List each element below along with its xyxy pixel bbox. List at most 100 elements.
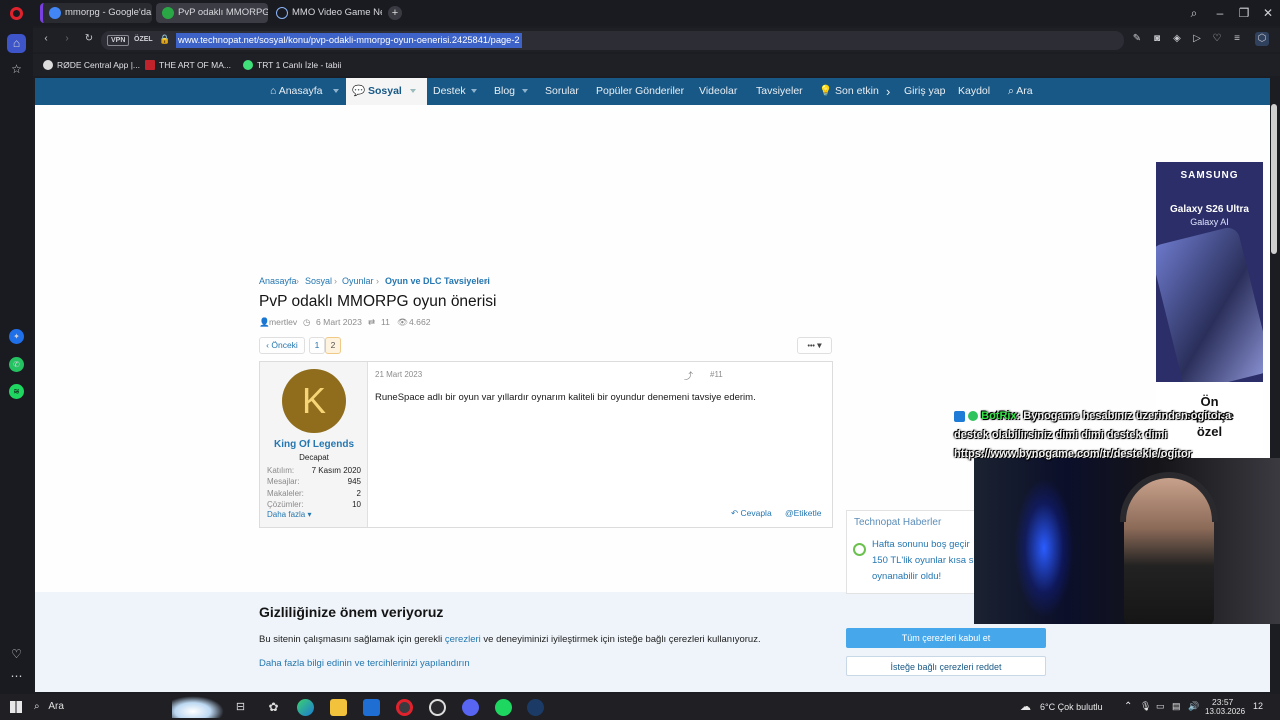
forward-icon[interactable]: › xyxy=(60,32,74,46)
search-link[interactable]: ⌕ Ara xyxy=(1008,78,1033,105)
cookie-link[interactable]: çerezleri xyxy=(445,634,481,645)
home-icon[interactable]: ⌂ xyxy=(7,34,26,53)
spotify-taskbar-icon[interactable] xyxy=(495,699,512,716)
post-number[interactable]: #11 xyxy=(710,370,723,379)
steam-icon[interactable] xyxy=(527,699,544,716)
reply-link[interactable]: ↶ Cevapla xyxy=(731,508,772,519)
avatar[interactable]: K xyxy=(282,369,346,433)
bookmark-heart-icon[interactable]: ♡ xyxy=(1210,32,1224,46)
widgets-icon[interactable]: ✿ xyxy=(265,699,282,716)
spotify-icon[interactable]: ≋ xyxy=(9,384,24,399)
more-icon[interactable]: ⋯ xyxy=(7,667,26,686)
bookmark-art-of-ma[interactable]: THE ART OF MA... xyxy=(145,58,231,72)
news-item-line1[interactable]: Hafta sonunu boş geçir xyxy=(872,539,970,550)
vpn-badge[interactable]: VPN xyxy=(107,35,130,46)
bookmark-trt1[interactable]: TRT 1 Canlı İzle - tabii xyxy=(243,58,341,72)
bookmark-rode[interactable]: RØDE Central App |... xyxy=(43,58,140,72)
login-link[interactable]: Giriş yap xyxy=(904,78,945,105)
nav-sosyal[interactable]: 💬 Sosyal xyxy=(346,78,427,105)
maximize-button[interactable]: ❐ xyxy=(1236,5,1252,21)
cookie-more-link[interactable]: Daha fazla bilgi edinin ve tercihleriniz… xyxy=(259,658,470,669)
tab-google-search[interactable]: mmorpg - Google'da Ara xyxy=(40,3,152,23)
tray-chevron-icon[interactable]: ⌃ xyxy=(1124,701,1132,712)
close-button[interactable]: ✕ xyxy=(1260,5,1276,21)
page-1-button[interactable]: 1 xyxy=(309,337,325,354)
nav-scroll-right-icon[interactable]: › xyxy=(886,78,890,105)
lock-icon[interactable]: 🔒 xyxy=(159,34,170,45)
breadcrumb-sosyal[interactable]: Sosyal xyxy=(305,276,332,286)
breadcrumb-home[interactable]: Anasayfa xyxy=(259,276,297,286)
chat-icon: 💬 xyxy=(352,85,368,97)
edge-icon[interactable] xyxy=(297,699,314,716)
outlook-icon[interactable] xyxy=(363,699,380,716)
new-tab-button[interactable]: + xyxy=(388,6,402,20)
breadcrumb-oyunlar[interactable]: Oyunlar xyxy=(342,276,374,286)
news-item-line2[interactable]: 150 TL'lik oyunlar kısa s xyxy=(872,555,973,566)
send-icon[interactable]: ▷ xyxy=(1190,32,1204,46)
task-view-icon[interactable]: ⊟ xyxy=(232,699,249,716)
chevron-down-icon[interactable] xyxy=(410,89,416,93)
windows-start-icon[interactable] xyxy=(10,701,22,713)
nav-populer[interactable]: Popüler Gönderiler xyxy=(596,78,684,105)
page-2-button[interactable]: 2 xyxy=(325,337,341,354)
whatsapp-icon[interactable]: ✆ xyxy=(9,357,24,372)
tab-technopat[interactable]: PvP odaklı MMORPG oyun xyxy=(156,3,268,23)
user-panel: K King Of Legends Decapat Katılım: 7 Kası… xyxy=(260,362,368,527)
star-icon[interactable]: ☆ xyxy=(7,60,26,79)
news-item-line3[interactable]: oynanabilir oldu! xyxy=(872,571,941,582)
nav-tavsiyeler[interactable]: Tavsiyeler xyxy=(756,78,803,105)
minimize-button[interactable]: – xyxy=(1212,5,1228,21)
url-field[interactable]: VPN ÖZEL 🔒 www.technopat.net/sosyal/konu… xyxy=(101,31,1124,50)
post-date[interactable]: 21 Mart 2023 xyxy=(375,370,422,379)
search-tabs-icon[interactable]: ⌕ xyxy=(1186,5,1202,21)
edit-icon[interactable]: ✎ xyxy=(1130,32,1144,46)
share-icon[interactable]: ⤴ xyxy=(684,369,693,382)
mic-icon[interactable]: 🎙 xyxy=(1140,701,1151,712)
breadcrumb-oyun-dlc[interactable]: Oyun ve DLC Tavsiyeleri xyxy=(385,276,490,286)
news-heading[interactable]: Technopat Haberler xyxy=(854,517,941,528)
clock-time[interactable]: 23:57 xyxy=(1212,697,1233,707)
chevron-down-icon[interactable] xyxy=(333,89,339,93)
nav-sorular[interactable]: Sorular xyxy=(545,78,579,105)
accept-all-cookies-button[interactable]: Tüm çerezleri kabul et xyxy=(846,628,1046,648)
thread-tools-menu[interactable]: ••• ▾ xyxy=(797,337,832,354)
reject-optional-cookies-button[interactable]: İsteğe bağlı çerezleri reddet xyxy=(846,656,1046,676)
camera-icon[interactable]: ◙ xyxy=(1150,32,1164,46)
username[interactable]: King Of Legends xyxy=(260,439,368,450)
opera-logo-icon[interactable] xyxy=(10,7,23,20)
tab-mmo-news[interactable]: MMO Video Game News, xyxy=(270,3,382,23)
monitor-icon[interactable]: ▭ xyxy=(1156,701,1165,712)
register-link[interactable]: Kaydol xyxy=(958,78,990,105)
thread-date[interactable]: 6 Mart 2023 xyxy=(316,317,362,327)
file-explorer-icon[interactable] xyxy=(330,699,347,716)
nav-son-etkinlik[interactable]: 💡 Son etkinl xyxy=(819,78,879,105)
more-user-info-link[interactable]: Daha fazla ▾ xyxy=(267,510,312,519)
page-scrollbar[interactable] xyxy=(1271,104,1277,254)
obs-icon[interactable] xyxy=(429,699,446,716)
volume-icon[interactable]: 🔊 xyxy=(1188,701,1199,712)
nav-videolar[interactable]: Videolar xyxy=(699,78,737,105)
nav-home[interactable]: ⌂ Anasayfa xyxy=(270,78,322,105)
reload-icon[interactable]: ↻ xyxy=(82,32,96,46)
messenger-icon[interactable]: ✦ xyxy=(9,329,24,344)
chevron-down-icon[interactable] xyxy=(522,89,528,93)
nav-blog[interactable]: Blog xyxy=(494,78,515,105)
chevron-right-icon: › xyxy=(296,276,299,286)
network-icon[interactable]: ▤ xyxy=(1172,701,1181,712)
tag-link[interactable]: @Etiketle xyxy=(785,508,822,518)
discord-icon[interactable] xyxy=(462,699,479,716)
back-icon[interactable]: ‹ xyxy=(39,32,53,46)
weather-text[interactable]: 6°C Çok bulutlu xyxy=(1040,702,1103,712)
chevron-down-icon[interactable] xyxy=(471,89,477,93)
opera-taskbar-icon[interactable] xyxy=(396,699,413,716)
extensions-icon[interactable]: ⬡ xyxy=(1255,32,1269,46)
heart-icon[interactable]: ♡ xyxy=(7,645,26,664)
menu-icon[interactable]: ≡ xyxy=(1230,32,1244,46)
thread-author[interactable]: mertlev xyxy=(269,317,297,327)
url-text[interactable]: www.technopat.net/sosyal/konu/pvp-odakli… xyxy=(176,33,522,48)
shield-icon[interactable]: ◈ xyxy=(1170,32,1184,46)
prev-page-button[interactable]: ‹ Önceki xyxy=(259,337,305,354)
notification-badge[interactable]: 12 xyxy=(1253,701,1263,711)
clock-date[interactable]: 13.03.2026 xyxy=(1205,707,1245,716)
nav-destek[interactable]: Destek xyxy=(433,78,466,105)
